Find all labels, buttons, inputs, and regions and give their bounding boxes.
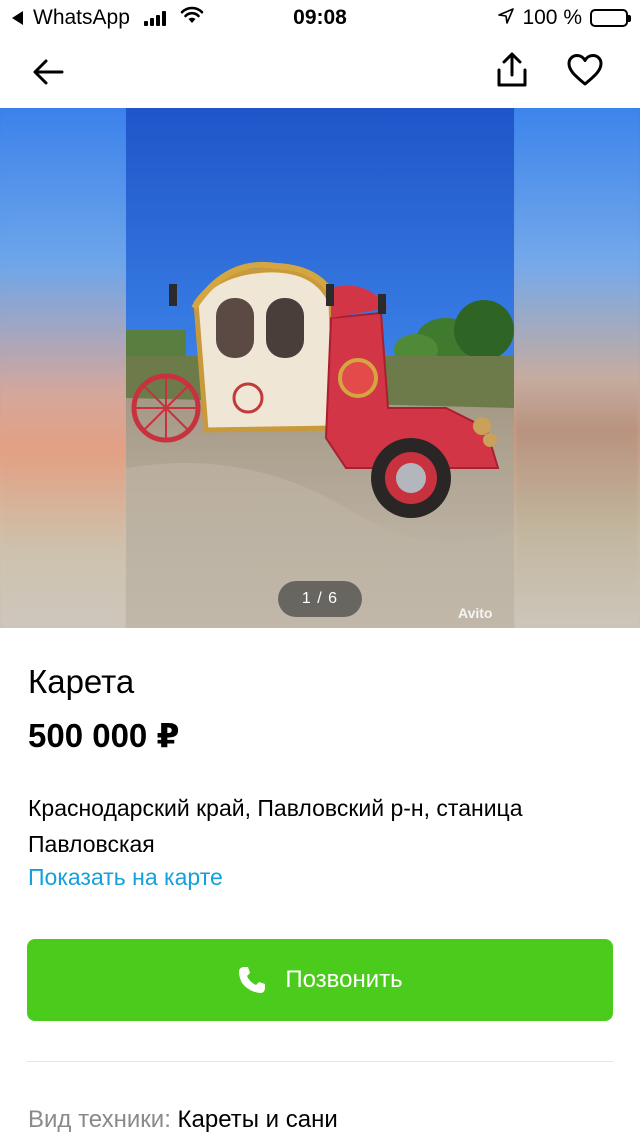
call-button[interactable]: Позвонить [27,939,613,1021]
back-arrow-icon [32,58,64,91]
listing-title: Карета [28,663,135,700]
gallery-blur-right [514,108,640,628]
show-on-map-link[interactable]: Показать на карте [28,864,223,891]
back-button[interactable] [26,52,70,96]
param-value: Кареты и сани [177,1106,338,1133]
phone-icon [237,965,267,995]
avito-watermark: Avito [458,605,493,621]
param-label: Вид техники: [28,1106,171,1133]
favorite-button[interactable] [562,50,608,94]
location-arrow-icon [498,6,515,30]
heart-icon [566,53,604,92]
listing-address: Краснодарский край, Павловский р-н, стан… [28,795,523,857]
param-row: Вид техники: Кареты и сани [28,1106,338,1134]
listing-price: 500 000 ₽ [28,717,180,754]
battery-icon [590,9,631,27]
call-button-label: Позвонить [285,966,403,993]
status-bar: WhatsApp 09:08 100 % [0,0,640,38]
share-button[interactable] [490,50,534,94]
photo-counter: 1 / 6 [278,581,362,617]
divider [27,1061,613,1062]
battery-percent: 100 % [522,6,582,29]
nav-bar [0,38,640,108]
photo-gallery[interactable]: 1 / 6 Avito [0,108,640,628]
gallery-blur-left [0,108,126,628]
listing-photo[interactable] [126,108,514,628]
share-icon [495,52,529,93]
